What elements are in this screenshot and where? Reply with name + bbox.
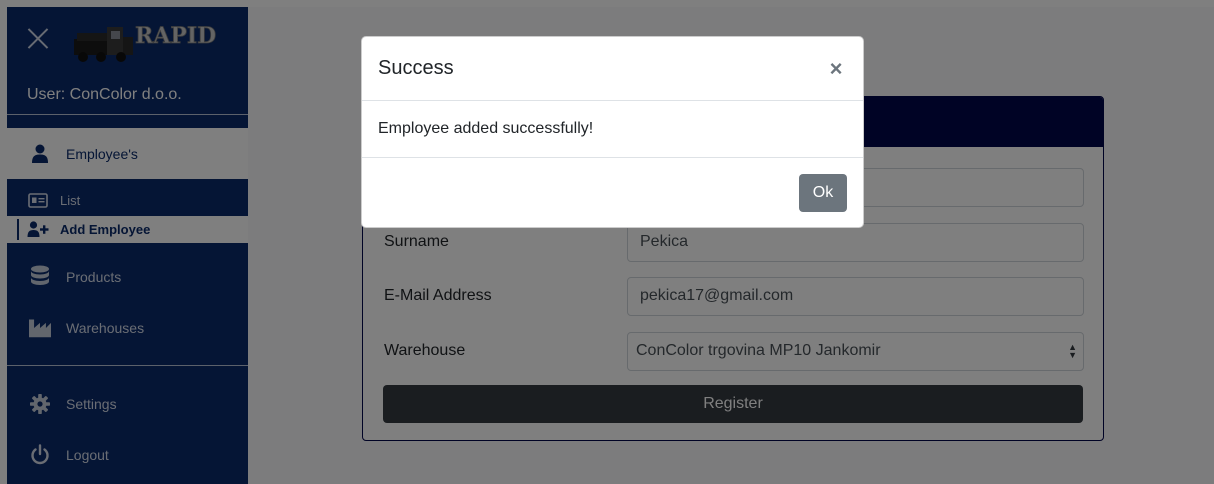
ok-button[interactable]: Ok	[799, 174, 847, 212]
modal-header: Success ×	[362, 37, 863, 101]
success-modal: Success × Employee added successfully! O…	[361, 36, 864, 228]
modal-message: Employee added successfully!	[378, 120, 594, 137]
modal-body: Employee added successfully!	[362, 101, 863, 158]
modal-title: Success	[378, 57, 454, 79]
modal-footer: Ok	[362, 158, 863, 228]
close-icon[interactable]: ×	[825, 56, 847, 81]
